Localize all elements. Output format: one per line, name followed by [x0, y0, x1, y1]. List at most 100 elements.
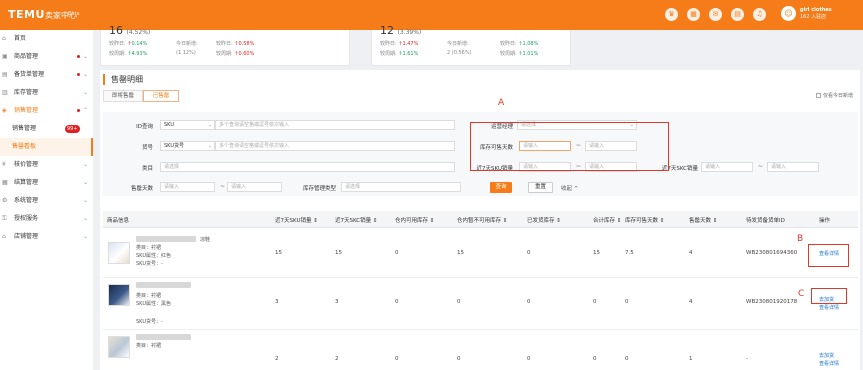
checkbox-box[interactable]	[816, 93, 821, 98]
skc7-to-input[interactable]: 请输入	[767, 162, 819, 172]
sold-days-to-input[interactable]: 请输入	[227, 182, 282, 192]
product-sku-no: SKU货号：-	[136, 319, 163, 325]
stock-type-select[interactable]: 请选择	[341, 182, 461, 192]
stat-line: 较周期: ↑1.01%	[500, 51, 539, 57]
chevron-down-icon: ⌄	[83, 71, 89, 78]
product-thumbnail[interactable]	[108, 336, 130, 358]
notice-dot	[77, 55, 80, 58]
col-pending-order-id: 待发货备货单ID	[746, 218, 785, 224]
today-only-checkbox[interactable]: 仅看今日新增	[816, 92, 853, 99]
sidebar-item-goods[interactable]: ▣ 商品管理 ⌄	[0, 48, 93, 66]
sidebar-item-sales[interactable]: ◈ 销售管理 ⌃	[0, 102, 93, 120]
sidebar-item-home[interactable]: ⌂ 首页	[0, 30, 93, 48]
notice-dot	[77, 73, 80, 76]
tab-sold-out[interactable]: 已售罄	[143, 90, 179, 102]
user-avatar[interactable]: ☺	[781, 6, 796, 21]
table-row: 类目：衬裙 SKU属性：黑色 SKU货号：- 3 3 0 0 0 0 0 4 W…	[103, 278, 858, 330]
sidebar-subitem-sales-manage[interactable]: 销售管理 99+	[0, 120, 93, 138]
col-sell-days[interactable]: 库存可售天数 ⇕	[625, 216, 664, 224]
product-name[interactable]: 凉鞋	[200, 236, 210, 243]
add-stock-link[interactable]: 去加货	[819, 352, 834, 359]
view-detail-link[interactable]: 查看详情	[819, 360, 839, 367]
chat-icon[interactable]: ✉	[709, 8, 722, 21]
sidebar-item-orders[interactable]: ▤ 备货单管理 ⌄	[0, 66, 93, 84]
user-info[interactable]: girl clothes 162 入驻店	[800, 7, 832, 21]
cell-total: 0	[593, 299, 597, 305]
id-query-input[interactable]: 多个查询请空格或逗号依次输入	[215, 120, 455, 130]
cell-order-id: WB230801694360	[746, 250, 798, 256]
sidebar-item-shop[interactable]: ⌂ 店铺管理 ⌄	[0, 228, 93, 246]
sidebar-item-stock[interactable]: ▥ 库存管理 ⌄	[0, 84, 93, 102]
query-button[interactable]: 查询	[490, 182, 512, 193]
col-sold-out-days[interactable]: 售罄天数 ⇕	[689, 216, 717, 224]
item-no-input[interactable]: 多个查询请空格或逗号依次输入	[215, 141, 455, 151]
reset-button[interactable]: 重置	[528, 182, 553, 193]
product-category: 类目：衬裙	[136, 343, 162, 349]
category-select[interactable]: 请选择	[160, 162, 455, 172]
col-sku7[interactable]: 近7天SKU销量 ⇕	[275, 216, 318, 224]
product-name-blurred	[136, 236, 196, 242]
col-available-stock[interactable]: 仓内可用库存 ⇕	[395, 216, 434, 224]
cell-sold-out-days: 4	[689, 299, 693, 305]
table-row: 类目：衬裙 2 2 0 0 0 0 0 1 - 去加货 查看详情	[103, 330, 858, 370]
stock-type-label: 库存管理类型	[302, 186, 336, 192]
cell-total: 0	[593, 356, 597, 362]
sidebar-item-price[interactable]: ¥ 核价管理 ⌄	[0, 156, 93, 174]
sold-days-from-input[interactable]: 请输入	[160, 182, 215, 192]
home-icon: ⌂	[2, 35, 6, 42]
cell-unavailable: 0	[457, 299, 461, 305]
stat-line: 2 (0.56%)	[447, 50, 472, 56]
settle-icon: ▦	[2, 179, 8, 186]
tab-soon-sold-out[interactable]: 即将售罄	[103, 90, 143, 102]
sidebar-item-label: 系统管理	[14, 197, 39, 204]
product-category: 类目：衬裙	[136, 293, 162, 299]
sidebar-item-label: 备货单管理	[14, 71, 45, 78]
stat-line: 较昨日: ↑1.47%	[380, 41, 419, 47]
annotation-label-b: B	[797, 234, 804, 244]
cell-skc7: 2	[335, 356, 339, 362]
grid-icon[interactable]: ▦	[687, 8, 700, 21]
sidebar-item-auth[interactable]: ⚿ 授权服务 ⌄	[0, 210, 93, 228]
chevron-down-icon: ⌄	[83, 179, 89, 186]
stat-line: (1.12%)	[176, 50, 196, 56]
cell-skc7: 3	[335, 299, 339, 305]
sold-out-panel: 售罄明细 即将售罄 已售罄 仅看今日新增 ID查询 SKU ⌄ 多个查询请空格或逗…	[100, 70, 860, 370]
chevron-down-icon: ⌄	[83, 161, 89, 168]
id-query-label: ID查询	[136, 124, 153, 130]
sidebar-item-settle[interactable]: ▦ 结算管理 ⌄	[0, 174, 93, 192]
crown-icon[interactable]: ♛	[665, 8, 678, 21]
cell-sell-days: 0	[625, 356, 629, 362]
col-skc7[interactable]: 近7天SKC销量 ⇕	[335, 216, 378, 224]
sales-icon: ◈	[2, 107, 7, 114]
sidebar-item-label: 核价管理	[14, 161, 39, 168]
cell-shipped: 0	[527, 250, 531, 256]
chevron-down-icon: ⌄	[207, 143, 212, 149]
col-shipped-stock[interactable]: 已发货库存 ⇕	[527, 216, 561, 224]
user-name: girl clothes	[800, 7, 832, 13]
skc7-from-input[interactable]: 请输入	[701, 162, 753, 172]
collapse-toggle[interactable]: 收起 ^	[561, 184, 578, 192]
col-unavailable-stock[interactable]: 仓内暂不可用库存 ⇕	[457, 216, 507, 224]
col-total-stock[interactable]: 合计库存 ⇕	[593, 216, 621, 224]
chevron-down-icon: ⌄	[83, 197, 89, 204]
sidebar: ⌂ 首页 ▣ 商品管理 ⌄ ▤ 备货单管理 ⌄ ▥ 库存管理 ⌄ ◈ 销售管理 ⌃ 销售管理 99+…	[0, 30, 93, 370]
chevron-down-icon: ⌄	[207, 122, 212, 128]
stat-line: 较周期: ↑0.60%	[216, 51, 255, 57]
cell-total: 15	[593, 250, 600, 256]
view-detail-link[interactable]: 查看详情	[819, 304, 839, 311]
sidebar-item-label: 授权服务	[14, 215, 39, 222]
id-type-select[interactable]: SKU ⌄	[160, 120, 215, 130]
sidebar-item-system[interactable]: ⚙ 系统管理 ⌄	[0, 192, 93, 210]
goods-icon: ▣	[2, 53, 8, 60]
shop-icon: ⌂	[2, 233, 6, 240]
document-icon[interactable]: ▤	[731, 8, 744, 21]
product-thumbnail[interactable]	[108, 242, 130, 264]
range-separator: ~	[220, 183, 226, 190]
stat-value: 16 (4.52%)	[109, 24, 151, 37]
annotation-label-a: A	[498, 98, 505, 108]
bell-icon[interactable]: ♫	[753, 8, 766, 21]
sidebar-subitem-sold-out[interactable]: 售罄看板	[0, 138, 93, 156]
product-thumbnail[interactable]	[108, 284, 130, 306]
cell-sell-days: 0	[625, 299, 629, 305]
item-no-type-select[interactable]: SKU货号 ⌄	[160, 141, 215, 151]
